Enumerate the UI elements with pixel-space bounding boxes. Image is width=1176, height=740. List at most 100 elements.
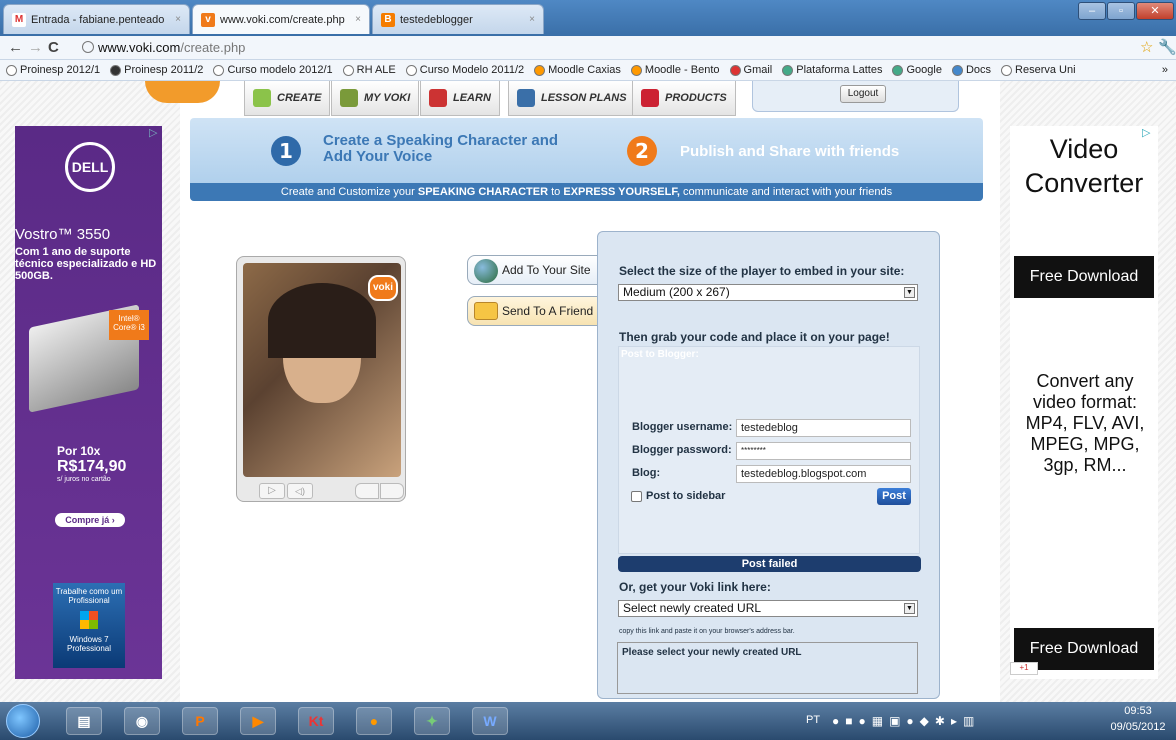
wrench-icon[interactable]: 🔧 [1158, 39, 1176, 57]
clock-date[interactable]: 09/05/2012 [1108, 721, 1168, 733]
minimize-button[interactable]: – [1078, 2, 1106, 20]
dell-ad[interactable]: ▷ DELL Vostro™ 3550 Com 1 ano de suporte… [15, 126, 162, 679]
send-to-friend-button[interactable]: Send To A Friend [467, 296, 599, 326]
ad-body: Convert any video format: MP4, FLV, AVI,… [1025, 371, 1145, 475]
ad-title: Video Converter [1024, 134, 1144, 198]
tab-gmail[interactable]: M Entrada - fabiane.penteado × [3, 4, 190, 34]
bookmark-item[interactable]: Docs [951, 64, 991, 76]
maximize-button[interactable]: ▫ [1107, 2, 1135, 20]
messenger-icon[interactable]: ✦ [414, 707, 450, 735]
back-icon[interactable]: ← [8, 39, 23, 57]
close-icon[interactable]: × [349, 14, 361, 25]
voki-logo[interactable] [145, 81, 220, 103]
chevron-down-icon: ▼ [904, 603, 915, 614]
windows-ad: Trabalhe como um Profissional Windows 7 … [53, 583, 125, 668]
post-to-sidebar-checkbox[interactable] [631, 491, 642, 502]
nav-lesson-plans[interactable]: LESSON PLANS [508, 81, 636, 116]
kt-icon[interactable]: Kt [298, 707, 334, 735]
nav-my-voki[interactable]: MY VOKI [331, 81, 420, 116]
voki-link-select[interactable]: Select newly created URL ▼ [618, 600, 918, 617]
player-size-select[interactable]: Medium (200 x 267) ▼ [618, 284, 918, 301]
powerpoint-icon[interactable]: P [182, 707, 218, 735]
price-note: s/ juros no cartão [57, 476, 111, 483]
bookmark-item[interactable]: Proinesp 2011/2 [110, 64, 203, 76]
step-one-badge: 1 [271, 136, 301, 166]
bookmark-item[interactable]: Proinesp 2012/1 [6, 64, 100, 76]
blog-field[interactable]: testedeblog.blogspot.com [736, 465, 911, 483]
google-plus-one-button[interactable]: +1 [1010, 662, 1038, 675]
chevron-down-icon: ▼ [904, 287, 915, 298]
copy-hint: copy this link and paste it on your brow… [619, 628, 795, 635]
voki-favicon: v [201, 12, 215, 27]
nav-products[interactable]: PRODUCTS [632, 81, 736, 116]
step-one-text: Create a Speaking Character and Add Your… [323, 132, 559, 165]
intel-badge: Intel® Core® i3 [109, 310, 149, 340]
media-player-icon[interactable]: ▶ [240, 707, 276, 735]
tab-voki[interactable]: v www.voki.com/create.php × [192, 4, 370, 34]
start-button[interactable] [6, 704, 40, 738]
page-icon [82, 41, 94, 53]
steps-banner: 1 Create a Speaking Character and Add Yo… [190, 118, 983, 201]
blogger-form: Post to Blogger: Blogger username: teste… [618, 346, 920, 554]
globe-icon [6, 64, 17, 76]
close-icon[interactable]: × [169, 14, 181, 25]
system-tray-icons[interactable]: ●■●▦▣●◆✱▸▥ [832, 714, 980, 728]
chrome-icon[interactable]: ◉ [124, 707, 160, 735]
voki-link-textarea[interactable]: Please select your newly created URL [617, 642, 918, 694]
dell-logo: DELL [65, 142, 115, 192]
checkmark-icon [429, 89, 447, 107]
explorer-icon[interactable]: ▤ [66, 707, 102, 735]
firefox-icon[interactable]: ● [356, 707, 392, 735]
bookmark-item[interactable]: Plataforma Lattes [782, 64, 882, 76]
bookmark-item[interactable]: Curso Modelo 2011/2 [405, 64, 524, 76]
nav-create[interactable]: CREATE [244, 81, 331, 116]
bookmark-item[interactable]: Google [892, 64, 942, 76]
url-input[interactable]: www.voki.com/create.php [82, 38, 1142, 58]
ad-price: R$174,90 [57, 458, 127, 475]
bookmark-item[interactable]: Moodle Caxias [534, 64, 621, 76]
bookmark-item[interactable]: Gmail [729, 64, 772, 76]
gmail-icon: M [12, 12, 26, 27]
star-icon[interactable]: ☆ [1140, 39, 1153, 57]
bookmark-item[interactable]: Moodle - Bento [630, 64, 720, 76]
add-to-site-button[interactable]: Add To Your Site [467, 255, 599, 285]
nav-learn[interactable]: LEARN [420, 81, 500, 116]
stack-icon [641, 89, 659, 107]
create-icon [253, 89, 271, 107]
password-field[interactable]: ******** [736, 442, 911, 460]
status-bar: Post failed [618, 556, 921, 572]
globe-icon [474, 259, 498, 283]
video-converter-ad[interactable]: ▷ Video Converter Free Download Convert … [1010, 126, 1158, 679]
more-bookmarks-button[interactable]: » [1162, 64, 1168, 76]
close-icon[interactable]: × [523, 14, 535, 25]
moodle-icon [534, 64, 546, 76]
player-control-right[interactable] [380, 483, 404, 499]
blogger-icon: B [381, 12, 395, 27]
book-icon [517, 89, 535, 107]
username-field[interactable]: testedeblog [736, 419, 911, 437]
adchoices-icon[interactable]: ▷ [149, 126, 157, 139]
bookmark-item[interactable]: RH ALE [342, 64, 396, 76]
logout-button[interactable]: Logout [840, 85, 886, 103]
globe-icon [213, 64, 225, 76]
voki-link-label: Or, get your Voki link here: [619, 580, 771, 594]
close-window-button[interactable]: ✕ [1136, 2, 1174, 20]
forward-icon[interactable]: → [28, 39, 43, 57]
tab-blogger[interactable]: B testedeblogger × [372, 4, 544, 34]
volume-button[interactable]: ◁) [287, 483, 313, 499]
post-to-sidebar-label: Post to sidebar [646, 490, 726, 502]
buy-now-button[interactable]: Compre já › [55, 513, 125, 527]
bookmark-item[interactable]: Reserva Uni [1001, 64, 1076, 76]
bookmark-item[interactable]: Curso modelo 2012/1 [213, 64, 333, 76]
play-button[interactable]: ▷ [259, 483, 285, 499]
reload-icon[interactable]: C [48, 39, 59, 57]
language-indicator[interactable]: PT [806, 714, 820, 726]
password-label: Blogger password: [632, 444, 732, 456]
player-control-left[interactable] [355, 483, 379, 499]
grab-code-label: Then grab your code and place it on your… [619, 330, 890, 344]
clock-time[interactable]: 09:53 [1108, 705, 1168, 717]
post-button[interactable]: Post [877, 488, 911, 505]
word-icon[interactable]: W [472, 707, 508, 735]
free-download-button[interactable]: Free Download [1014, 256, 1154, 298]
ad-model: Vostro™ 3550 [15, 226, 111, 243]
